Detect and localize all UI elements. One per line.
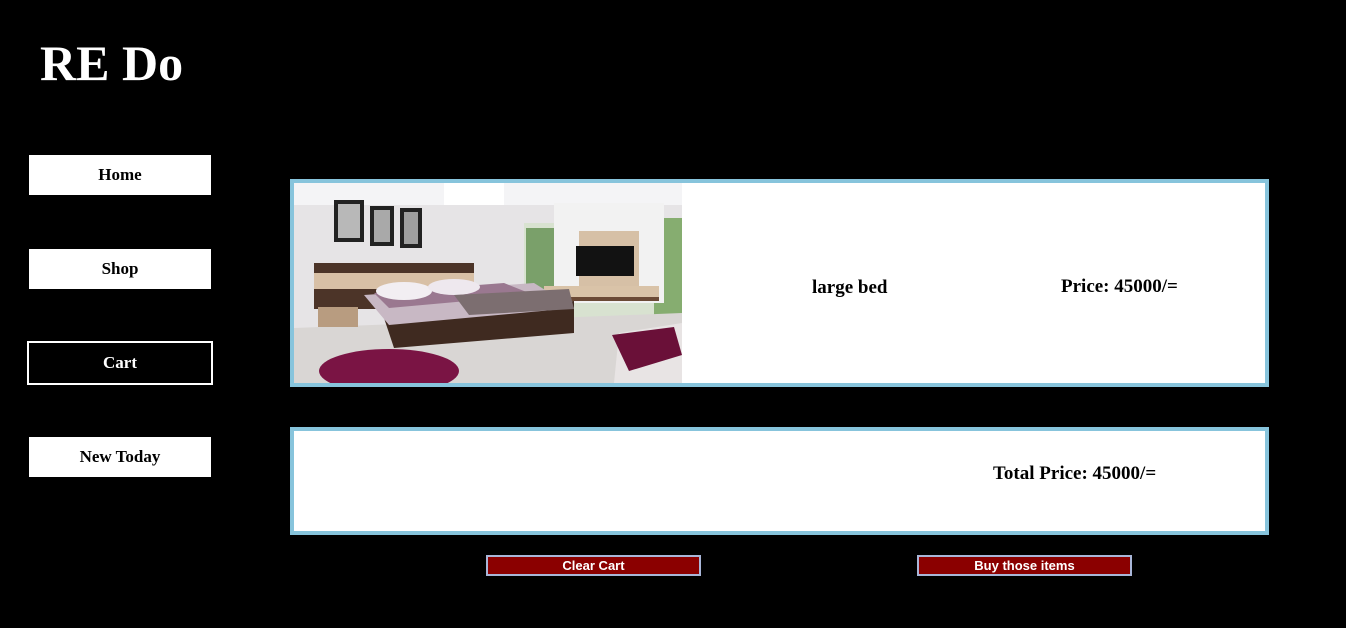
product-price: Price: 45000/= [1061,276,1178,297]
buy-items-button[interactable]: Buy those items [917,555,1132,576]
total-price: Total Price: 45000/= [993,463,1157,484]
total-panel: Total Price: 45000/= [290,427,1269,535]
site-title: RE Do [40,35,184,91]
nav-shop-button[interactable]: Shop [29,249,211,289]
page: RE Do Home Shop Cart New Today large bed… [0,0,1346,628]
cart-item: large bed Price: 45000/= [290,179,1269,387]
product-image [294,183,682,383]
product-name: large bed [812,277,888,298]
nav-home-button[interactable]: Home [29,155,211,195]
nav-cart-button[interactable]: Cart [27,341,213,385]
nav-new-today-button[interactable]: New Today [29,437,211,477]
clear-cart-button[interactable]: Clear Cart [486,555,701,576]
